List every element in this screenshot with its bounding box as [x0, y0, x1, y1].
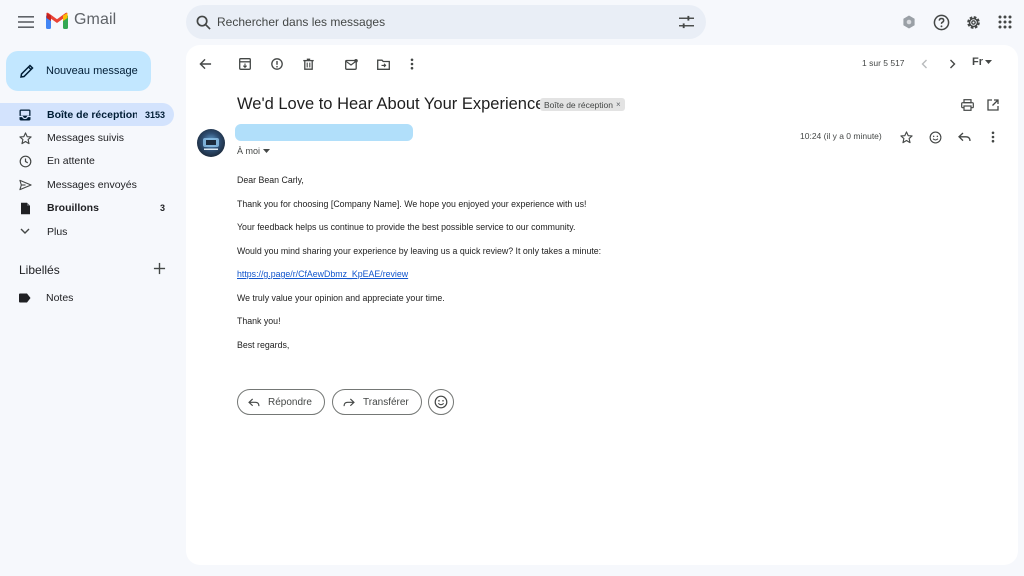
- caret-down-icon: [263, 149, 271, 153]
- pencil-icon: [20, 64, 34, 78]
- help-icon[interactable]: [931, 12, 951, 32]
- reply-icon: [248, 397, 260, 406]
- archive-icon[interactable]: [237, 56, 253, 72]
- emoji-reaction-icon[interactable]: [927, 129, 943, 145]
- language-label: Fr: [972, 56, 983, 68]
- sidebar-item-more[interactable]: Plus: [0, 220, 174, 243]
- inbox-label-chip[interactable]: Boîte de réception ×: [540, 98, 625, 111]
- main-menu-icon[interactable]: [14, 10, 38, 34]
- mark-unread-icon[interactable]: [343, 56, 359, 72]
- forward-label: Transférer: [363, 396, 409, 408]
- sidebar-item-label: Brouillons: [47, 202, 99, 215]
- previous-chevron-icon[interactable]: [916, 56, 932, 72]
- emoji-reaction-button[interactable]: [428, 389, 454, 415]
- next-chevron-icon[interactable]: [944, 56, 960, 72]
- unread-count: 3153: [144, 109, 165, 120]
- clock-icon: [18, 154, 32, 168]
- recipient-details[interactable]: À moi: [237, 146, 271, 156]
- labels-heading: Libellés: [19, 263, 60, 277]
- sidebar-item-label: Messages suivis: [47, 132, 125, 145]
- sidebar-item-label: Boîte de réception: [47, 108, 137, 121]
- body-paragraph: Thank you!: [237, 316, 281, 326]
- move-to-folder-icon[interactable]: [375, 56, 391, 72]
- open-new-window-icon[interactable]: [985, 97, 1001, 113]
- gmail-logo[interactable]: Gmail: [46, 11, 116, 29]
- more-options-icon[interactable]: [985, 129, 1001, 145]
- label-icon: [18, 293, 31, 303]
- sidebar-label-notes[interactable]: Notes: [0, 286, 174, 309]
- reply-icon[interactable]: [956, 129, 972, 145]
- draft-count: 3: [159, 203, 165, 214]
- email-subject: We'd Love to Hear About Your Experience: [237, 95, 545, 113]
- body-paragraph: https://g.page/r/CfAewDbmz_KpEAE/review: [237, 269, 797, 293]
- label-chip-text: Boîte de réception: [544, 99, 613, 110]
- chevron-down-icon: [18, 225, 32, 239]
- body-paragraph: We truly value your opinion and apprecia…: [237, 292, 445, 303]
- recipient-label: À moi: [237, 146, 261, 156]
- search-icon[interactable]: [196, 15, 211, 30]
- pagination-label: 1 sur 5 517: [862, 58, 905, 68]
- sidebar-item-snoozed[interactable]: En attente: [0, 150, 174, 173]
- sidebar-item-inbox[interactable]: Boîte de réception 3153: [0, 103, 174, 127]
- more-options-icon[interactable]: [404, 56, 420, 72]
- sidebar-item-label: Notes: [46, 291, 74, 304]
- forward-button[interactable]: Transférer: [332, 389, 422, 415]
- sidebar-item-label: Messages envoyés: [47, 178, 137, 191]
- search-input[interactable]: [217, 15, 679, 29]
- sidebar-item-drafts[interactable]: Brouillons 3: [0, 197, 174, 220]
- review-link[interactable]: https://g.page/r/CfAewDbmz_KpEAE/review: [237, 269, 408, 279]
- sender-avatar[interactable]: [197, 129, 225, 157]
- star-icon: [18, 131, 32, 145]
- print-icon[interactable]: [959, 97, 975, 113]
- sidebar-item-sent[interactable]: Messages envoyés: [0, 173, 174, 196]
- back-arrow-icon[interactable]: [197, 56, 213, 72]
- gmail-wordmark: Gmail: [74, 11, 117, 28]
- sender-name-redacted: [235, 124, 413, 141]
- message-view: 1 sur 5 517 Fr We'd Love to Hear About Y…: [186, 45, 1018, 565]
- inbox-icon: [18, 108, 32, 122]
- reply-label: Répondre: [268, 396, 312, 408]
- sidebar-item-label: Plus: [47, 225, 68, 238]
- top-bar: Gmail: [0, 0, 1024, 44]
- email-timestamp: 10:24 (il y a 0 minute): [800, 131, 882, 141]
- search-bar: [186, 5, 706, 39]
- body-paragraph: Your feedback helps us continue to provi…: [237, 222, 576, 232]
- gemini-icon[interactable]: [899, 12, 919, 32]
- body-paragraph: Thank you for choosing [Company Name]. W…: [237, 198, 587, 209]
- input-language-selector[interactable]: Fr: [972, 56, 992, 68]
- body-paragraph: Dear Bean Carly,: [237, 175, 304, 185]
- draft-icon: [18, 201, 32, 215]
- delete-trash-icon[interactable]: [300, 56, 316, 72]
- body-paragraph: Best regards,: [237, 339, 290, 350]
- sidebar-item-starred[interactable]: Messages suivis: [0, 126, 174, 149]
- gmail-m-icon: [46, 12, 68, 29]
- apps-grid-icon[interactable]: [995, 12, 1015, 32]
- reply-button[interactable]: Répondre: [237, 389, 325, 415]
- body-paragraph: Would you mind sharing your experience b…: [237, 245, 602, 256]
- emoji-icon: [434, 395, 448, 409]
- add-label-icon[interactable]: [153, 262, 167, 276]
- remove-label-icon[interactable]: ×: [616, 100, 621, 109]
- report-spam-icon[interactable]: [269, 56, 285, 72]
- sidebar-item-label: En attente: [47, 155, 95, 168]
- caret-down-icon: [985, 60, 992, 64]
- search-options-icon[interactable]: [679, 15, 694, 29]
- compose-label: Nouveau message: [46, 65, 138, 77]
- settings-gear-icon[interactable]: [963, 12, 983, 32]
- sidebar-nav: Boîte de réception 3153 Messages suivis …: [0, 103, 174, 243]
- compose-button[interactable]: Nouveau message: [6, 51, 151, 91]
- star-icon[interactable]: [898, 129, 914, 145]
- send-icon: [18, 178, 32, 192]
- email-body: Dear Bean Carly, Thank you for choosing …: [237, 175, 797, 363]
- forward-icon: [343, 397, 355, 406]
